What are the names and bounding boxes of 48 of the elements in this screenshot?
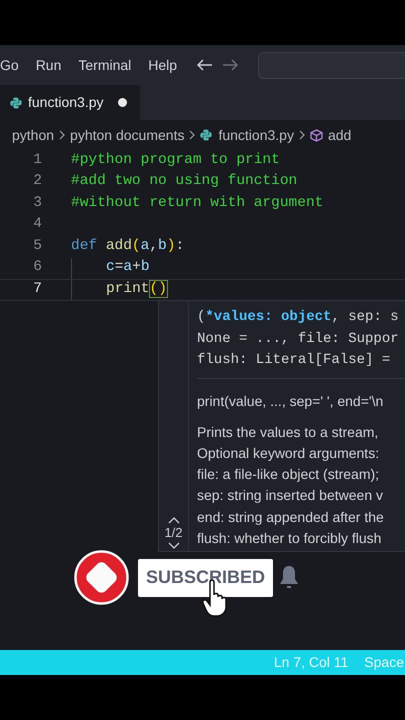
tab-label: function3.py: [28, 93, 104, 112]
doc-line: Prints the values to a stream,: [197, 422, 380, 442]
menu-item[interactable]: Go: [0, 54, 19, 76]
menu-item[interactable]: Help: [148, 54, 178, 76]
doc-line: sep: string inserted between v: [197, 486, 384, 506]
doc-line: file: a file-like object (stream);: [197, 465, 380, 484]
up-chevron-icon[interactable]: [168, 517, 180, 524]
breadcrumb-item[interactable]: add: [328, 124, 352, 146]
signature-line: (*values: object, sep: s: [197, 308, 400, 327]
stop-icon[interactable]: [74, 550, 129, 605]
line-number: 1: [32, 150, 42, 170]
doc-line: flush: whether to forcibly flush: [197, 528, 382, 548]
breadcrumb-item[interactable]: python: [12, 124, 54, 146]
menu-item[interactable]: Terminal: [78, 54, 132, 76]
chevron-icon: [189, 130, 196, 140]
line-number: 6: [32, 258, 42, 278]
code-line: #python program to print: [71, 150, 280, 170]
call-signature: print(value, ..., sep=' ', end='\n: [197, 392, 384, 411]
signature-line: None = ..., file: Suppor: [197, 330, 400, 348]
code-line: #add two no using function: [71, 172, 298, 192]
chevron-icon: [298, 130, 305, 140]
menu-item[interactable]: Run: [36, 54, 62, 76]
back-arrow-icon[interactable]: [197, 59, 214, 71]
code-line: def add(a,b):: [71, 236, 184, 256]
breadcrumb-item[interactable]: pyhton documents: [70, 124, 184, 146]
forward-arrow-icon[interactable]: [222, 59, 238, 71]
editor-tab[interactable]: function3.py: [0, 85, 140, 120]
signature-line: flush: Literal[False] =: [197, 351, 392, 370]
code-line: #without return with argument: [71, 194, 324, 213]
code-line: print(): [106, 280, 167, 299]
subscribe-button[interactable]: SUBSCRIBED: [138, 558, 274, 596]
code-line: c=a+b: [106, 258, 150, 278]
doc-line: Optional keyword arguments:: [197, 444, 380, 463]
bell-icon[interactable]: [278, 565, 300, 590]
line-number: 7: [32, 280, 42, 299]
breadcrumb-item[interactable]: function3.py: [218, 124, 294, 146]
line-number: 3: [32, 194, 42, 213]
down-chevron-icon[interactable]: [168, 542, 180, 549]
line-number: 5: [32, 236, 42, 256]
chevron-icon: [59, 130, 66, 140]
python-file-icon: [10, 96, 22, 108]
python-file-icon: [200, 129, 212, 141]
signature-counter: 1/2: [164, 526, 183, 540]
search-field[interactable]: [258, 52, 405, 78]
cube-icon: [310, 128, 323, 142]
doc-line: end: string appended after the: [197, 508, 385, 527]
line-number: 4: [32, 215, 42, 234]
line-number: 2: [32, 172, 42, 192]
